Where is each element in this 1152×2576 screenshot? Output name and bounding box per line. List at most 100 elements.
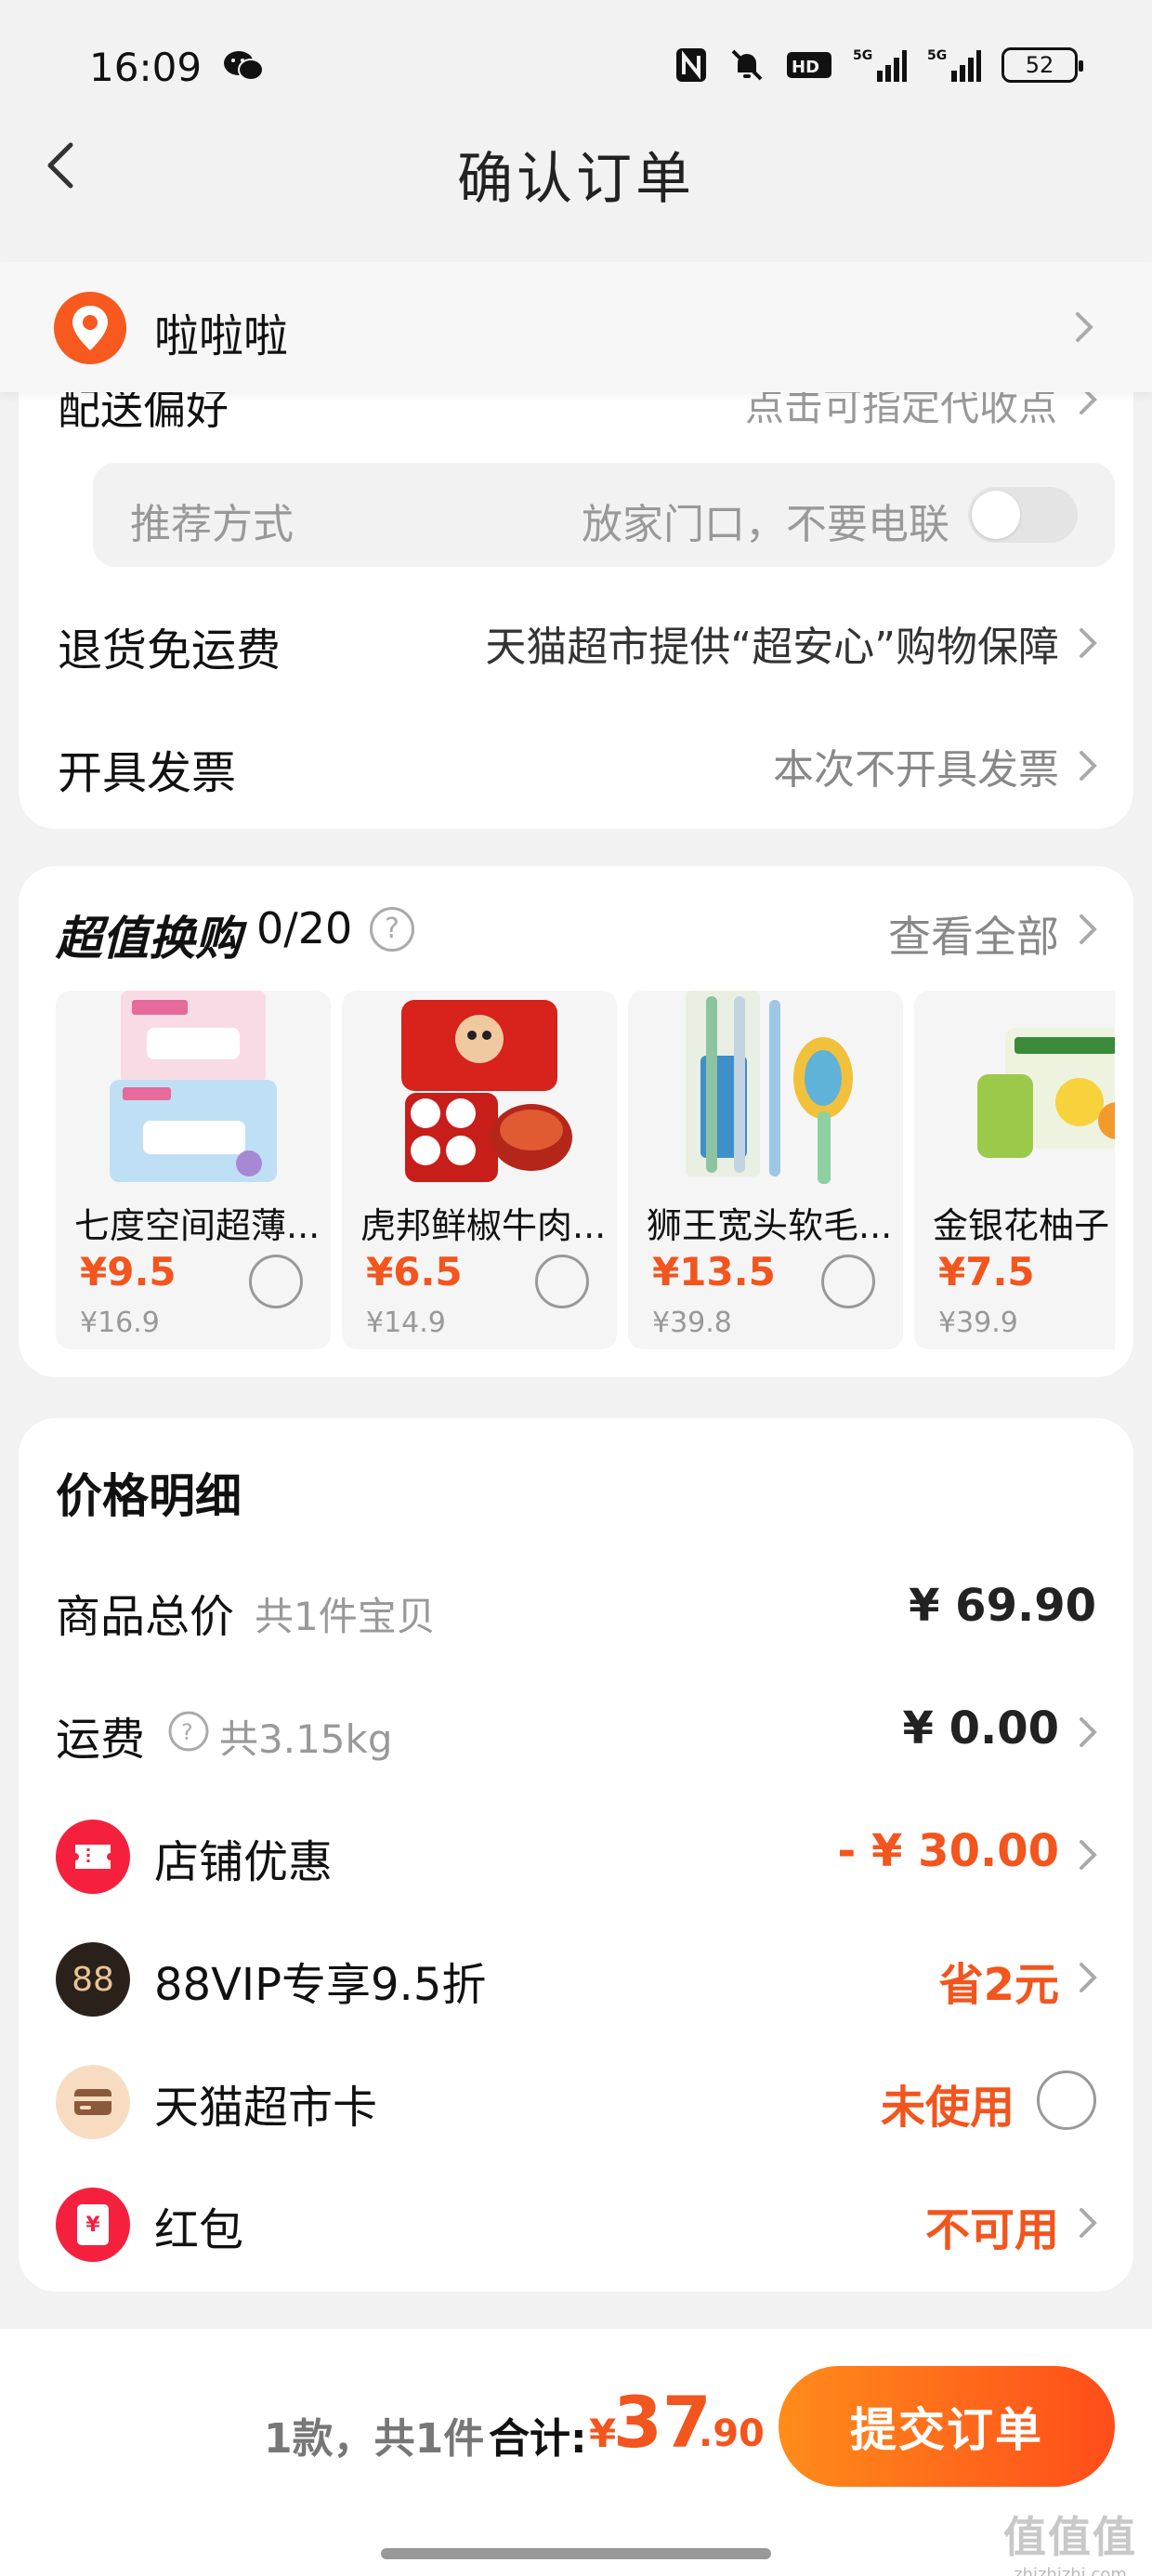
product-select-radio[interactable]	[821, 1255, 875, 1308]
total-label: 合计:	[489, 2415, 587, 2463]
product-card[interactable]: 金银花柚子 ¥7.5 ¥39.9	[914, 991, 1115, 1349]
vip-row[interactable]: 88 88VIP专享9.5折 省2元	[19, 1920, 1133, 2043]
vip-badge-text: 88	[72, 1960, 114, 1999]
pad-package-image	[110, 991, 277, 1182]
price-detail-title: 价格明细	[56, 1469, 242, 1523]
header: 确认订单	[0, 121, 1152, 214]
product-name: 狮王宽头软毛...	[647, 1205, 893, 1246]
recommend-value: 放家门口，不要电联	[582, 501, 949, 548]
shop-discount-value: - ¥ 30.00	[837, 1825, 1059, 1877]
sauce-pack-image	[401, 1000, 572, 1182]
product-select-radio[interactable]	[249, 1255, 303, 1308]
supermarket-card-label: 天猫超市卡	[154, 2082, 378, 2134]
return-freight-label: 退货免运费	[58, 624, 281, 677]
goods-count-note: 共1件宝贝	[255, 1594, 436, 1639]
status-time: 16:09	[89, 45, 203, 90]
svg-text:5G: 5G	[853, 48, 872, 63]
help-icon[interactable]: ?	[167, 1710, 210, 1753]
toothbrush-image	[686, 991, 853, 1184]
help-icon[interactable]: ?	[370, 907, 414, 952]
swap-card: 超值换购 0/20 ? 查看全部 七度空间超薄... ¥9.5 ¥16.9 虎邦…	[19, 866, 1133, 1377]
chevron-right-icon	[1080, 2208, 1097, 2238]
coupon-icon	[56, 1820, 130, 1894]
goods-total-row: 商品总价 共1件宝贝 ¥ 69.90	[19, 1552, 1133, 1675]
shop-discount-row[interactable]: 店铺优惠 - ¥ 30.00	[19, 1797, 1133, 1920]
chevron-right-icon	[1080, 628, 1097, 658]
total-currency: ¥	[589, 2411, 617, 2456]
delivery-card: 配送偏好 点击可指定代收点 推荐方式 放家门口，不要电联 退货免运费 天猫超市提…	[19, 353, 1133, 829]
status-icons: HD 5G 5G 52	[674, 46, 1083, 84]
signal-5g-icon-2: 5G	[927, 48, 981, 82]
order-summary: 1款，共1件	[264, 2415, 485, 2463]
invoice-value[interactable]: 本次不开具发票	[773, 736, 1059, 795]
nfc-icon	[676, 48, 706, 82]
goods-total-value: ¥ 69.90	[909, 1580, 1096, 1632]
product-carousel[interactable]: 七度空间超薄... ¥9.5 ¥16.9 虎邦鲜椒牛肉... ¥6.5 ¥14.…	[56, 991, 1115, 1349]
total-integer: 37	[613, 2381, 712, 2464]
return-freight-value[interactable]: 天猫超市提供“超安心”购物保障	[485, 613, 1059, 673]
product-price: ¥13.5	[652, 1249, 776, 1295]
product-card[interactable]: 狮王宽头软毛... ¥13.5 ¥39.8	[628, 991, 903, 1349]
product-price: ¥7.5	[938, 1249, 1035, 1295]
red-packet-row[interactable]: ¥ 红包 不可用	[19, 2165, 1133, 2288]
mute-bell-icon	[731, 49, 763, 81]
status-bar: 16:09 HD 5G 5G 52	[0, 0, 1152, 139]
watermark-logo: 值值值	[1003, 2512, 1137, 2562]
product-name: 金银花柚子	[933, 1205, 1110, 1246]
shipping-weight: 共3.15kg	[219, 1716, 393, 1762]
chevron-right-icon	[1080, 914, 1097, 944]
supermarket-card-row[interactable]: 天猫超市卡 未使用	[19, 2043, 1133, 2165]
total-decimal: .90	[699, 2412, 765, 2455]
see-all-link[interactable]: 查看全部	[888, 903, 1059, 965]
product-name: 七度空间超薄...	[74, 1205, 321, 1246]
product-card[interactable]: 虎邦鲜椒牛肉... ¥6.5 ¥14.9	[342, 991, 617, 1349]
product-original-price: ¥16.9	[80, 1307, 160, 1339]
chevron-right-icon	[1076, 312, 1093, 342]
product-card[interactable]: 七度空间超薄... ¥9.5 ¥16.9	[56, 991, 331, 1349]
svg-text:HD: HD	[792, 58, 819, 77]
home-indicator[interactable]	[381, 2548, 771, 2559]
red-packet-icon: ¥	[56, 2188, 130, 2262]
red-packet-value: 不可用	[924, 2204, 1059, 2256]
submit-order-button[interactable]: 提交订单	[779, 2366, 1115, 2487]
vip-label: 88VIP专享9.5折	[154, 1959, 487, 2011]
supermarket-card-value: 未使用	[880, 2082, 1015, 2134]
shipping-label: 运费	[56, 1714, 146, 1766]
product-price: ¥9.5	[80, 1249, 177, 1295]
vip-value: 省2元	[938, 1959, 1059, 2011]
recommend-toggle[interactable]	[968, 487, 1078, 543]
hd-icon: HD	[787, 52, 831, 78]
shipping-row[interactable]: 运费 ? 共3.15kg ¥ 0.00	[19, 1675, 1133, 1797]
product-original-price: ¥39.9	[938, 1307, 1018, 1339]
product-original-price: ¥39.8	[652, 1307, 732, 1339]
bottom-bar: 1款，共1件 合计: ¥ 37 .90 提交订单 值值值 zhizhizhi.c…	[0, 2329, 1152, 2576]
shop-discount-label: 店铺优惠	[154, 1836, 334, 1888]
tea-box-image	[977, 1028, 1115, 1158]
red-packet-label: 红包	[154, 2204, 244, 2256]
shipping-value: ¥ 0.00	[902, 1702, 1059, 1755]
product-select-radio[interactable]	[535, 1255, 589, 1308]
red-packet-badge: ¥	[77, 2204, 109, 2245]
page-title: 确认订单	[457, 147, 695, 212]
svg-text:?: ?	[181, 1719, 193, 1745]
address-bar[interactable]: 啦啦啦	[0, 262, 1152, 392]
product-price: ¥6.5	[366, 1249, 463, 1295]
product-original-price: ¥14.9	[366, 1307, 446, 1339]
supermarket-card-radio[interactable]	[1037, 2070, 1096, 2130]
recommend-box: 推荐方式 放家门口，不要电联	[93, 463, 1115, 567]
price-detail-card: 价格明细 商品总价 共1件宝贝 ¥ 69.90 运费 ? 共3.15kg ¥ 0…	[19, 1418, 1133, 2292]
product-name: 虎邦鲜椒牛肉...	[360, 1205, 607, 1246]
battery-icon: 52	[1001, 47, 1083, 83]
recommend-label: 推荐方式	[130, 501, 294, 548]
battery-level: 52	[1025, 52, 1054, 78]
invoice-label: 开具发票	[58, 747, 237, 799]
svg-text:5G: 5G	[927, 48, 947, 63]
watermark: 值值值 zhizhizhi.com	[1003, 2504, 1137, 2576]
chevron-right-icon	[1080, 1840, 1097, 1870]
watermark-url: zhizhizhi.com	[1014, 2565, 1127, 2576]
gift-card-icon	[56, 2065, 130, 2139]
swap-count: 0/20	[256, 903, 353, 953]
address-name: 啦啦啦	[154, 310, 289, 362]
signal-5g-icon: 5G	[853, 48, 907, 82]
toggle-knob	[972, 491, 1020, 539]
